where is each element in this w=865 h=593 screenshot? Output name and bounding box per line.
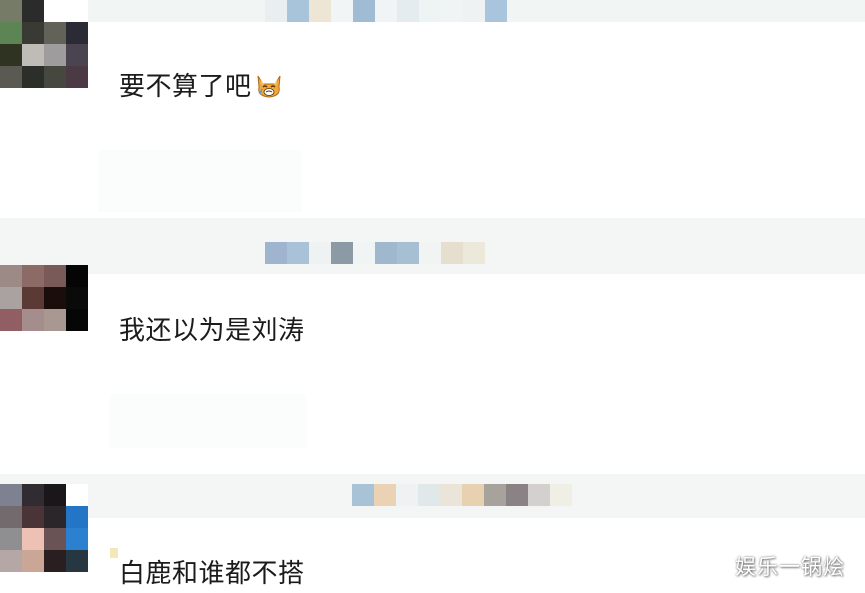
- watermark: 娱乐一锅烩: [735, 555, 845, 579]
- comment-1-text: 要不算了吧: [119, 72, 252, 102]
- comment-3-text: 白鹿和谁都不搭: [119, 559, 305, 589]
- blurred-region-2: [110, 394, 306, 448]
- blurred-region-1: [98, 150, 302, 212]
- comment-1: 要不算了吧: [119, 66, 284, 103]
- pixelated-username-3: [352, 484, 572, 506]
- weary-cat-emoji-icon: [257, 75, 281, 98]
- comment-2-text: 我还以为是刘涛: [119, 316, 305, 346]
- comment-3: 白鹿和谁都不搭: [119, 553, 305, 590]
- pixelated-username-2: [265, 242, 485, 264]
- pixelated-username-1: [265, 0, 507, 22]
- blur-artifact: [110, 548, 118, 558]
- comment-2: 我还以为是刘涛: [119, 310, 305, 347]
- avatar-1[interactable]: [0, 0, 88, 88]
- avatar-2[interactable]: [0, 265, 88, 353]
- avatar-3[interactable]: [0, 484, 88, 572]
